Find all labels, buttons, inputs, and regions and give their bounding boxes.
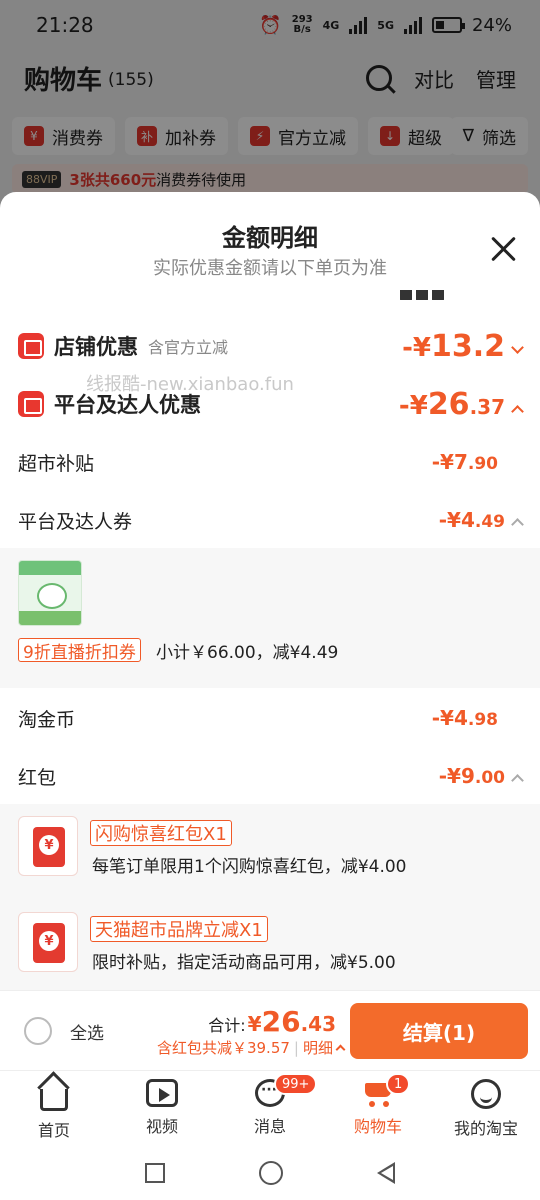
total-int: 26 bbox=[261, 1005, 301, 1038]
close-icon[interactable] bbox=[490, 236, 516, 262]
tab-label: 视频 bbox=[145, 1117, 178, 1136]
tab-label: 购物车 bbox=[353, 1117, 402, 1136]
chevron-down-icon bbox=[511, 340, 524, 354]
sheet-subtitle: 实际优惠金额请以下单页为准 bbox=[153, 258, 387, 279]
taojinbi-row: 淘金币 -¥ 4.98 bbox=[0, 698, 540, 738]
message-badge: 99+ bbox=[274, 1073, 318, 1095]
red-packet-description: 限时补贴，指定活动商品可用，减¥5.00 bbox=[92, 953, 396, 973]
store-icon bbox=[18, 333, 44, 359]
amount-prefix: -¥ bbox=[431, 706, 454, 730]
store-discount-label: 店铺优惠 bbox=[54, 335, 138, 359]
chevron-up-icon bbox=[511, 404, 524, 418]
red-packet-row[interactable]: 红包 -¥ 9.00 bbox=[0, 756, 540, 796]
amount-prefix: -¥ bbox=[402, 332, 431, 363]
coupon-description: 小计￥66.00，减¥4.49 bbox=[156, 642, 339, 663]
select-all-checkbox[interactable] bbox=[24, 1017, 52, 1045]
tab-messages[interactable]: 99+ 消息 bbox=[216, 1071, 324, 1146]
sheet-title: 金额明细 bbox=[222, 224, 318, 252]
amount-int: 7 bbox=[453, 450, 468, 474]
bottom-tab-bar: 首页 视频 99+ 消息 1 购物车 我的淘宝 bbox=[0, 1070, 540, 1146]
system-nav-bar bbox=[0, 1146, 540, 1200]
amount-dec: .00 bbox=[474, 768, 505, 788]
tab-cart[interactable]: 1 购物车 bbox=[324, 1071, 432, 1146]
back-icon[interactable] bbox=[377, 1162, 395, 1184]
smile-icon bbox=[471, 1079, 501, 1109]
tab-label: 首页 bbox=[37, 1121, 70, 1140]
red-packet-tag: 闪购惊喜红包X1 bbox=[90, 820, 232, 846]
amount-int: 4 bbox=[460, 508, 475, 532]
savings-summary[interactable]: 含红包共减￥39.57 | 明细 bbox=[156, 1037, 346, 1058]
item-label: 平台及达人券 bbox=[18, 510, 133, 533]
red-packet-tag: 天猫超市品牌立减X1 bbox=[90, 916, 268, 942]
amount-dec: .49 bbox=[474, 512, 505, 532]
tab-label: 我的淘宝 bbox=[453, 1119, 518, 1138]
currency-symbol: ¥ bbox=[247, 1012, 262, 1036]
store-discount-note: 含官方立减 bbox=[148, 338, 229, 357]
coupon-tag: 9折直播折扣券 bbox=[18, 638, 141, 663]
store-discount-row[interactable]: 店铺优惠 含官方立减 -¥ 13.2 bbox=[0, 326, 540, 366]
video-icon bbox=[146, 1079, 178, 1107]
platform-discount-row[interactable]: 平台及达人优惠 -¥ 26.37 bbox=[0, 384, 540, 424]
item-label: 红包 bbox=[18, 766, 57, 789]
total-amount: 合计: ¥ 26 .43 bbox=[208, 1005, 336, 1038]
red-packet-icon: ¥ bbox=[18, 816, 78, 876]
platform-discount-int: 26 bbox=[427, 386, 470, 422]
amount-detail-sheet: 金额明细 实际优惠金额请以下单页为准 店铺优惠 含官方立减 -¥ 13.2 线报酷… bbox=[0, 192, 540, 1070]
supermarket-subsidy-row: 超市补贴 -¥ 7.90 bbox=[0, 442, 540, 482]
home-button-icon[interactable] bbox=[259, 1161, 283, 1185]
red-packet-icon: ¥ bbox=[18, 912, 78, 972]
checkout-bar: 全选 合计: ¥ 26 .43 含红包共减￥39.57 | 明细 结算(1) bbox=[0, 990, 540, 1070]
home-icon bbox=[40, 1089, 68, 1111]
amount-dec: .98 bbox=[467, 710, 498, 730]
tab-label: 消息 bbox=[253, 1117, 286, 1136]
amount-int: 9 bbox=[460, 764, 475, 788]
platform-discount-dec: .37 bbox=[469, 394, 505, 419]
cart-badge: 1 bbox=[386, 1073, 411, 1095]
chevron-up-icon bbox=[511, 774, 524, 787]
item-label: 淘金币 bbox=[18, 708, 76, 731]
amount-dec: .90 bbox=[467, 454, 498, 474]
tab-home[interactable]: 首页 bbox=[0, 1071, 108, 1146]
total-label: 合计: bbox=[208, 1016, 246, 1035]
red-packet-description: 每笔订单限用1个闪购惊喜红包，减¥4.00 bbox=[92, 857, 407, 877]
total-dec: .43 bbox=[300, 1012, 336, 1036]
tab-video[interactable]: 视频 bbox=[108, 1071, 216, 1146]
coupon-detail-panel: 9折直播折扣券 小计￥66.00，减¥4.49 bbox=[0, 548, 540, 688]
chevron-up-icon bbox=[335, 1044, 346, 1055]
amount-prefix: -¥ bbox=[431, 450, 454, 474]
platform-coupon-row[interactable]: 平台及达人券 -¥ 4.49 bbox=[0, 500, 540, 540]
amount-prefix: -¥ bbox=[398, 390, 428, 421]
amount-prefix: -¥ bbox=[438, 508, 461, 532]
amount-int: 4 bbox=[453, 706, 468, 730]
recents-icon[interactable] bbox=[145, 1163, 165, 1183]
item-label: 超市补贴 bbox=[18, 452, 95, 475]
tab-my-taobao[interactable]: 我的淘宝 bbox=[432, 1071, 540, 1146]
clipped-text bbox=[400, 290, 480, 300]
platform-icon bbox=[18, 391, 44, 417]
savings-text: 含红包共减￥39.57 bbox=[156, 1039, 290, 1057]
select-all-label[interactable]: 全选 bbox=[70, 1019, 104, 1044]
divider: | bbox=[293, 1038, 299, 1057]
store-discount-amount: 13.2 bbox=[430, 328, 505, 364]
detail-toggle[interactable]: 明细 bbox=[303, 1037, 333, 1058]
chevron-up-icon bbox=[511, 518, 524, 531]
checkout-button[interactable]: 结算(1) bbox=[350, 1003, 528, 1059]
amount-prefix: -¥ bbox=[438, 764, 461, 788]
platform-discount-label: 平台及达人优惠 bbox=[54, 393, 201, 417]
product-thumbnail bbox=[18, 560, 82, 626]
